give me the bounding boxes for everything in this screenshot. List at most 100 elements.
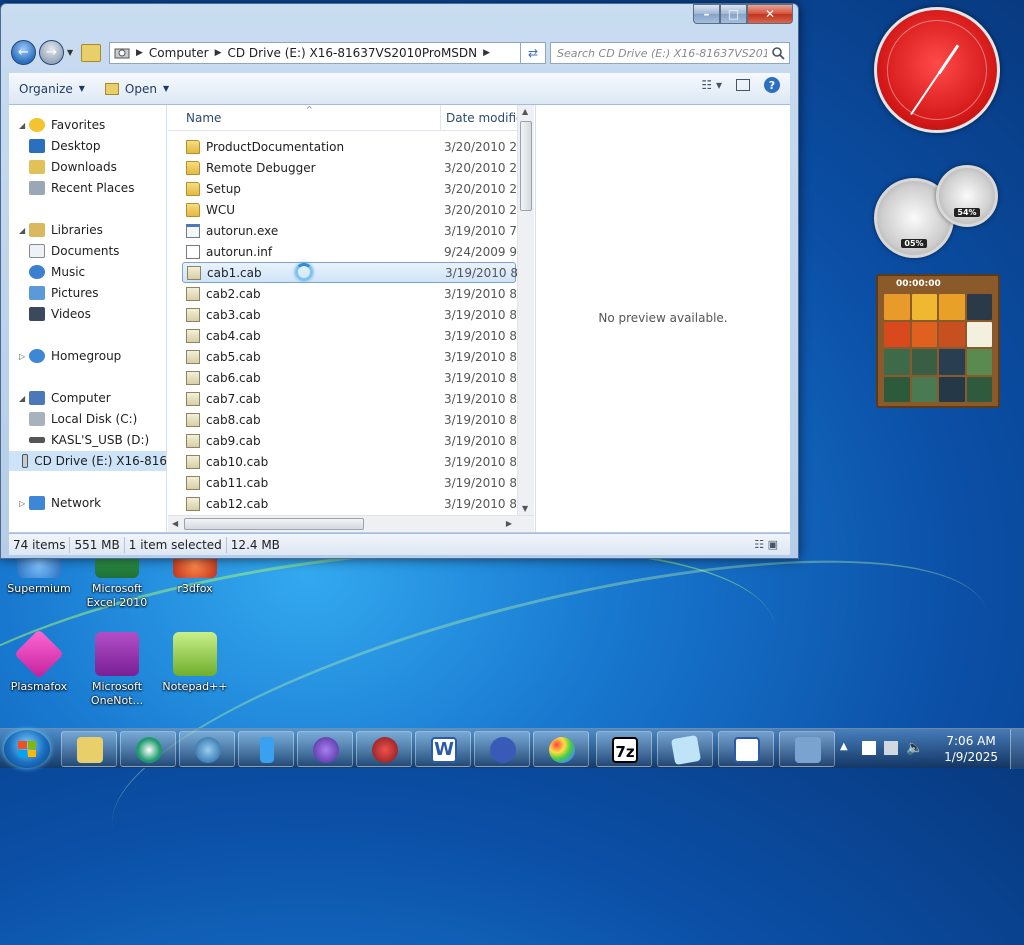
minimize-button[interactable]: –: [693, 4, 720, 24]
breadcrumb-cd-drive[interactable]: CD Drive (E:) X16-81637VS2010ProMSDN: [224, 46, 482, 60]
start-button[interactable]: [4, 730, 50, 768]
taskbar-supermium[interactable]: [120, 731, 176, 767]
file-row[interactable]: autorun.inf 9/24/2009 9:3: [182, 241, 516, 262]
file-row[interactable]: cab9.cab 3/19/2010 8:3: [182, 430, 516, 451]
hard-disk-icon: [29, 412, 45, 426]
taskbar-control-panel[interactable]: [779, 731, 835, 767]
file-row[interactable]: cab4.cab 3/19/2010 8:3: [182, 325, 516, 346]
taskbar-app-loop[interactable]: [474, 731, 530, 767]
view-options-icon[interactable]: ☷ ▾: [701, 78, 722, 92]
taskbar-app-purple[interactable]: [297, 731, 353, 767]
file-row[interactable]: autorun.exe 3/19/2010 7:2: [182, 220, 516, 241]
file-row[interactable]: Remote Debugger 3/20/2010 2:5: [182, 157, 516, 178]
nav-usb-drive[interactable]: KASL'S_USB (D:): [9, 430, 166, 450]
nav-downloads[interactable]: Downloads: [9, 157, 166, 177]
memory-meter-gadget[interactable]: 54%: [936, 165, 998, 227]
vertical-scrollbar[interactable]: ▲ ▼: [517, 105, 534, 515]
star-icon: [29, 118, 45, 132]
column-name[interactable]: Name: [186, 111, 221, 125]
desktop-icon-notepadpp[interactable]: Notepad++: [159, 632, 231, 694]
file-row[interactable]: cab11.cab 3/19/2010 8:3: [182, 472, 516, 493]
file-row[interactable]: WCU 3/20/2010 2:5: [182, 199, 516, 220]
nav-homegroup[interactable]: ▷ Homegroup: [9, 346, 166, 366]
desktop-icon-onenote[interactable]: Microsoft OneNot...: [81, 632, 153, 708]
vertical-scroll-thumb[interactable]: [520, 121, 532, 211]
file-row[interactable]: cab2.cab 3/19/2010 8:3: [182, 283, 516, 304]
refresh-button[interactable]: ⇄: [520, 42, 546, 64]
file-row[interactable]: cab8.cab 3/19/2010 8:3: [182, 409, 516, 430]
network-status-icon[interactable]: [884, 741, 898, 755]
search-icon[interactable]: [771, 46, 785, 60]
file-row[interactable]: cab5.cab 3/19/2010 8:3: [182, 346, 516, 367]
nav-favorites[interactable]: ◢ Favorites: [9, 115, 166, 135]
file-row[interactable]: cab10.cab 3/19/2010 8:3: [182, 451, 516, 472]
supermium-icon: [136, 737, 162, 763]
nav-desktop[interactable]: Desktop: [9, 136, 166, 156]
help-icon[interactable]: ?: [764, 77, 780, 93]
taskbar-usb-tool[interactable]: [238, 731, 294, 767]
search-input[interactable]: [550, 42, 790, 64]
taskbar-explorer[interactable]: [61, 731, 117, 767]
nav-documents[interactable]: Documents: [9, 241, 166, 261]
7zip-icon: 7z: [612, 737, 638, 763]
picture-puzzle-gadget[interactable]: 00:00:00: [876, 274, 1000, 408]
address-bar[interactable]: ▶ Computer ▶ CD Drive (E:) X16-81637VS20…: [109, 42, 546, 64]
arrow-right-icon: →: [46, 45, 57, 60]
file-row[interactable]: ProductDocumentation 3/20/2010 2:5: [182, 136, 516, 157]
open-button[interactable]: Open ▼: [95, 76, 179, 102]
file-row[interactable]: Setup 3/20/2010 2:5: [182, 178, 516, 199]
explorer-window[interactable]: – □ ✕ ← → ▼ ▶ Computer ▶ CD Drive (E:) X…: [0, 3, 799, 559]
forward-button[interactable]: →: [39, 40, 64, 65]
taskbar-remote[interactable]: [718, 731, 774, 767]
taskbar-word[interactable]: W: [415, 731, 471, 767]
taskbar-notepad[interactable]: [657, 731, 713, 767]
show-hidden-icons[interactable]: ▲: [840, 741, 848, 752]
nav-cd-drive[interactable]: CD Drive (E:) X16-816: [9, 451, 166, 471]
file-row[interactable]: cab1.cab 3/19/2010 8:3: [182, 262, 517, 283]
infinity-icon: [490, 737, 516, 763]
nav-music[interactable]: Music: [9, 262, 166, 282]
nav-network[interactable]: ▷ Network: [9, 493, 166, 513]
navigation-pane[interactable]: ◢ Favorites Desktop Downloads Recent Plac…: [9, 105, 167, 532]
organize-button[interactable]: Organize ▼: [9, 76, 95, 102]
taskbar-app-spider[interactable]: [356, 731, 412, 767]
file-row[interactable]: cab12.cab 3/19/2010 8:3: [182, 493, 516, 514]
horizontal-scroll-thumb[interactable]: [184, 518, 364, 530]
action-center-icon[interactable]: [862, 741, 876, 755]
preview-pane-icon[interactable]: [736, 79, 750, 91]
back-button[interactable]: ←: [11, 40, 36, 65]
nav-computer[interactable]: ◢ Computer: [9, 388, 166, 408]
puzzle-grid[interactable]: [884, 294, 992, 402]
close-button[interactable]: ✕: [747, 4, 793, 24]
clock-gadget[interactable]: [874, 7, 1000, 133]
show-desktop-button[interactable]: [1010, 729, 1024, 769]
usb-drive-icon: [29, 437, 45, 443]
taskbar-clock[interactable]: 7:06 AM 1/9/2025: [944, 733, 998, 765]
cab-icon: [187, 265, 201, 280]
selection-count: 1 item selected: [125, 536, 227, 553]
taskbar-ie[interactable]: [179, 731, 235, 767]
folder-up-icon[interactable]: [81, 44, 101, 62]
folder-icon: [186, 139, 200, 154]
nav-pictures[interactable]: Pictures: [9, 283, 166, 303]
nav-local-disk[interactable]: Local Disk (C:): [9, 409, 166, 429]
cab-icon: [186, 286, 200, 301]
recent-pages-dropdown[interactable]: ▼: [67, 48, 73, 57]
desktop-icon-plasmafox[interactable]: Plasmafox: [3, 629, 75, 694]
file-row[interactable]: cab7.cab 3/19/2010 8:5: [182, 388, 516, 409]
horizontal-scrollbar[interactable]: ◀ ▶: [168, 515, 534, 532]
taskbar-7zip[interactable]: 7z: [596, 731, 652, 767]
file-row[interactable]: cab6.cab 3/19/2010 8:3: [182, 367, 516, 388]
nav-videos[interactable]: Videos: [9, 304, 166, 324]
nav-libraries[interactable]: ◢ Libraries: [9, 220, 166, 240]
file-row[interactable]: cab3.cab 3/19/2010 8:3: [182, 304, 516, 325]
view-toggle-icons[interactable]: ☷ ▣: [754, 538, 778, 551]
nav-recent-places[interactable]: Recent Places: [9, 178, 166, 198]
file-list[interactable]: ^ Name Date modified ProductDocumentatio…: [168, 105, 534, 532]
breadcrumb-computer[interactable]: Computer: [145, 46, 213, 60]
volume-icon[interactable]: 🔈: [906, 740, 923, 756]
taskbar-paint[interactable]: [533, 731, 589, 767]
file-date: 3/19/2010 8:3: [444, 433, 516, 448]
desktop-icon-excel[interactable]: Microsoft Excel 2010: [81, 552, 153, 610]
maximize-button[interactable]: □: [720, 4, 747, 24]
